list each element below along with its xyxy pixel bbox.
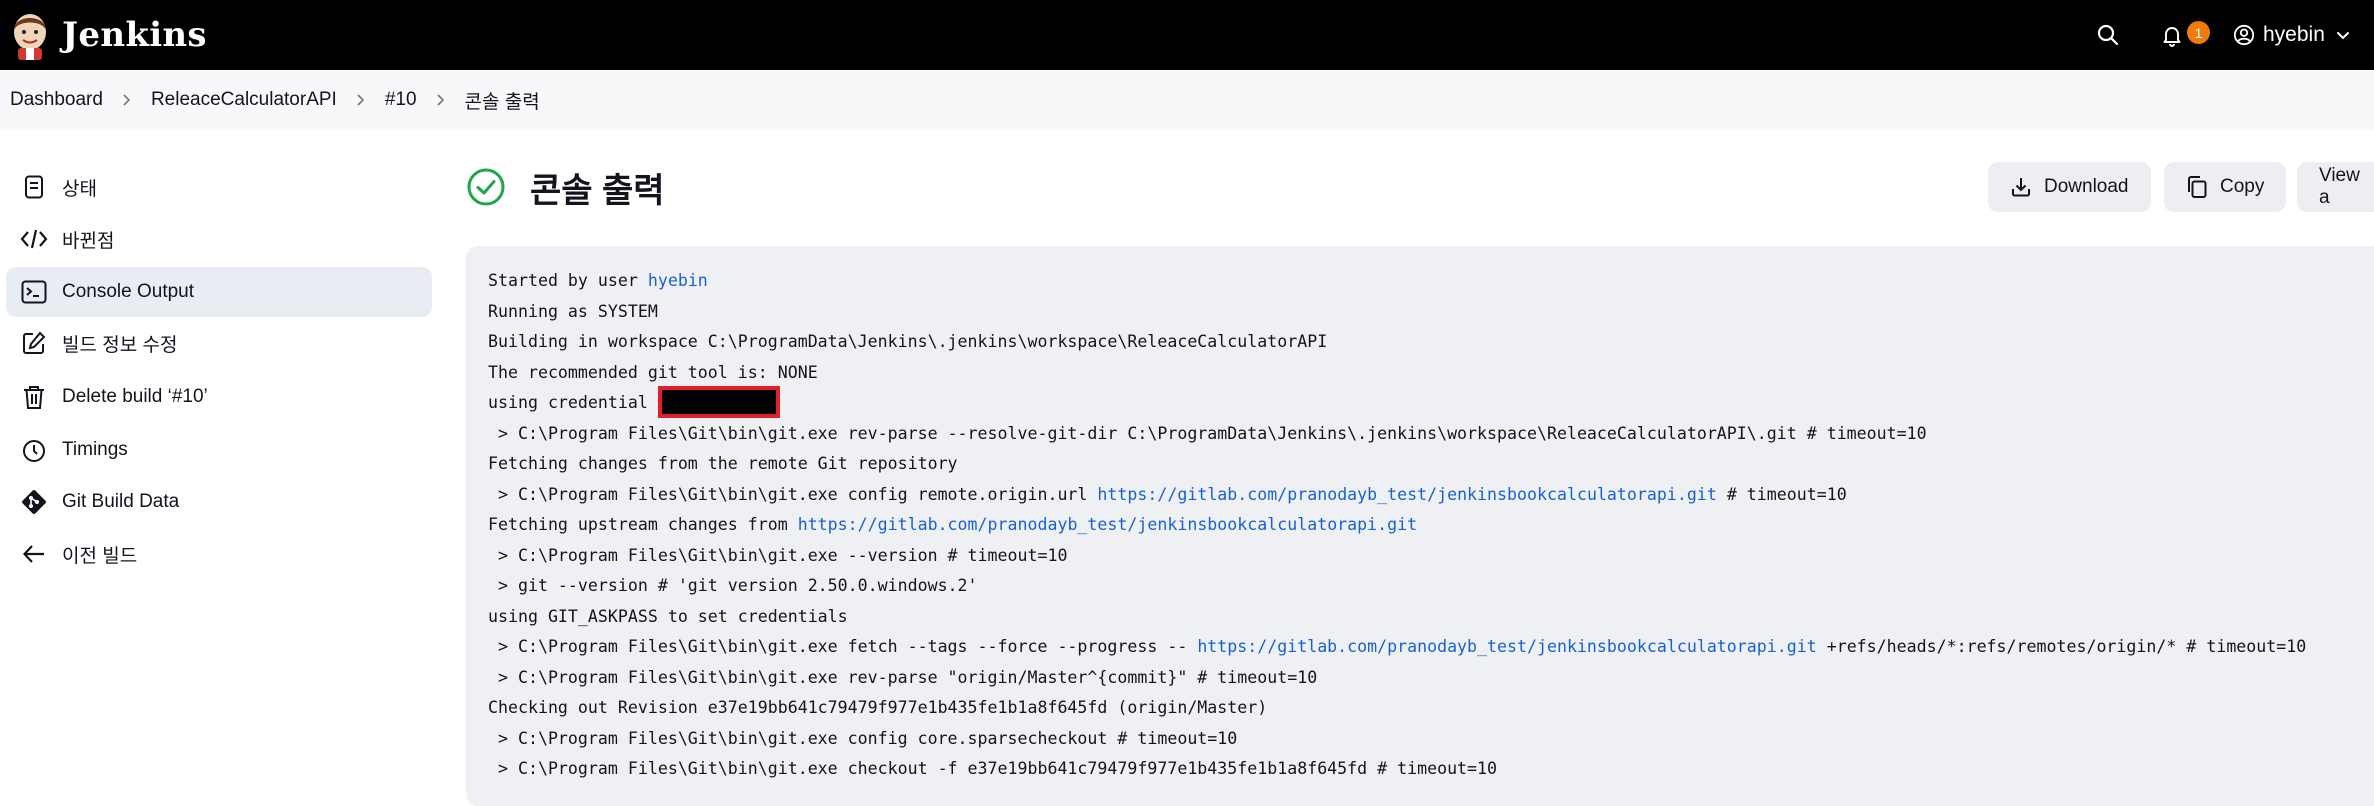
sidebar-item-label: 이전 빌드 [62,545,138,567]
console-line: Building in workspace C:\ProgramData\Jen… [488,327,2374,358]
console-line: > C:\Program Files\Git\bin\git.exe rev-p… [488,419,2374,450]
download-button[interactable]: Download [1988,162,2151,212]
sidebar-item-previous-build[interactable]: 이전 빌드 [6,529,432,579]
breadcrumb-dashboard[interactable]: Dashboard [10,89,103,111]
search-icon [2097,24,2119,46]
user-icon [2233,24,2255,46]
page-header: 콘솔 출력 [466,162,665,212]
breadcrumb-build[interactable]: #10 [385,89,417,111]
console-text: The recommended git tool is: NONE [488,362,818,382]
jenkins-logo-icon [14,14,46,60]
document-icon [20,173,48,201]
console-line: Running as SYSTEM [488,297,2374,328]
console-text: Running as SYSTEM [488,301,658,321]
console-line: > C:\Program Files\Git\bin\git.exe rev-p… [488,663,2374,694]
user-menu[interactable]: hyebin [2233,15,2351,55]
console-text: using credential [488,393,658,412]
sidebar-item-label: 상태 [62,178,97,200]
console-text: > C:\Program Files\Git\bin\git.exe confi… [488,484,1098,504]
chevron-right-icon [355,93,367,107]
console-link[interactable]: https://gitlab.com/pranodayb_test/jenkin… [798,515,1417,534]
sidebar-item-label: 빌드 정보 수정 [62,334,178,356]
user-name: hyebin [2263,23,2325,46]
notifications-button[interactable] [2152,15,2192,55]
console-text: > C:\Program Files\Git\bin\git.exe fetch… [488,637,1198,656]
console-text: > C:\Program Files\Git\bin\git.exe rev-p… [488,667,1318,687]
breadcrumb-project[interactable]: ReleaceCalculatorAPI [151,89,337,111]
sidebar-item-edit-build-info[interactable]: 빌드 정보 수정 [6,318,432,368]
chevron-right-icon [435,93,447,107]
trash-icon [20,383,48,411]
console-text: Building in workspace C:\ProgramData\Jen… [488,332,1328,351]
console-link[interactable]: https://gitlab.com/pranodayb_test/jenkin… [1197,637,1816,656]
copy-label: Copy [2220,176,2265,197]
page-title: 콘솔 출력 [530,171,665,210]
view-label: View a [2319,165,2360,208]
console-line: Fetching upstream changes from https://g… [488,510,2374,541]
chevron-down-icon [2336,32,2349,40]
console-text: > C:\Program Files\Git\bin\git.exe --ver… [488,545,1068,565]
top-navigation-bar: Jenkins 1 hyebin [0,0,2374,70]
console-output-panel: Started by user hyebin Running as SYSTEM B… [466,246,2374,806]
console-text: Fetching upstream changes from [488,515,798,534]
sidebar-item-label: Git Build Data [62,491,180,512]
redacted-credential [657,385,780,418]
chevron-right-icon [121,93,133,107]
code-icon [20,225,48,253]
terminal-icon [20,278,48,306]
console-text: Checking out Revision e37e19bb641c79479f… [488,698,1268,717]
console-line: Fetching changes from the remote Git rep… [488,449,2374,480]
edit-icon [20,329,48,357]
sidebar-item-console-output[interactable]: Console Output [6,267,432,317]
sidebar-item-changes[interactable]: 바뀐점 [6,214,432,264]
breadcrumb: Dashboard ReleaceCalculatorAPI #10 콘솔 출력 [0,70,2374,130]
sidebar-item-git-build-data[interactable]: Git Build Data [6,477,432,527]
success-check-icon [467,168,505,206]
console-line: Checking out Revision e37e19bb641c79479f… [488,693,2374,724]
console-line: Started by user hyebin [488,266,2374,297]
console-link[interactable]: hyebin [648,271,708,290]
jenkins-home-link[interactable]: Jenkins [8,0,207,70]
console-line: > git --version # 'git version 2.50.0.wi… [488,571,2374,602]
console-line: using credential [488,385,2374,419]
console-text: Started by user [488,271,648,290]
console-line: > C:\Program Files\Git\bin\git.exe fetch… [488,632,2374,663]
sidebar-item-label: Timings [62,439,128,460]
git-icon [20,488,48,516]
sidebar-item-status[interactable]: 상태 [6,162,432,212]
sidebar-item-label: Delete build ‘#10’ [62,386,208,407]
console-line: using GIT_ASKPASS to set credentials [488,602,2374,633]
sidebar-item-timings[interactable]: Timings [6,425,432,475]
download-icon [2010,176,2032,198]
console-line: > C:\Program Files\Git\bin\git.exe confi… [488,724,2374,755]
arrow-left-icon [20,540,48,568]
notification-count-badge[interactable]: 1 [2187,21,2210,44]
search-button[interactable] [2088,15,2128,55]
copy-button[interactable]: Copy [2164,162,2287,212]
console-line: > C:\Program Files\Git\bin\git.exe confi… [488,480,2374,511]
view-as-plain-text-button[interactable]: View a [2297,162,2374,212]
console-text: > C:\Program Files\Git\bin\git.exe check… [488,759,1498,778]
console-text: > C:\Program Files\Git\bin\git.exe confi… [488,728,1238,748]
console-link[interactable]: https://gitlab.com/pranodayb_test/jenkin… [1097,485,1716,504]
sidebar-item-label: Console Output [62,281,195,302]
console-text: using GIT_ASKPASS to set credentials [488,606,848,626]
copy-icon [2186,175,2208,199]
console-line: > C:\Program Files\Git\bin\git.exe --ver… [488,541,2374,572]
download-label: Download [2044,176,2129,197]
bell-icon [2163,27,2181,47]
sidebar-item-delete-build[interactable]: Delete build ‘#10’ [6,372,432,422]
stopwatch-icon [20,436,48,464]
console-text: +refs/heads/*:refs/remotes/origin/* # ti… [1816,637,2307,656]
console-text: Fetching changes from the remote Git rep… [488,454,958,473]
console-text: # timeout=10 [1716,484,1847,504]
console-text: > C:\Program Files\Git\bin\git.exe rev-p… [488,423,1927,443]
breadcrumb-current[interactable]: 콘솔 출력 [465,87,540,114]
console-line: The recommended git tool is: NONE [488,358,2374,389]
sidebar-item-label: 바뀐점 [62,230,115,252]
brand-name: Jenkins [62,15,207,55]
console-text: > git --version # 'git version 2.50.0.wi… [488,576,978,595]
